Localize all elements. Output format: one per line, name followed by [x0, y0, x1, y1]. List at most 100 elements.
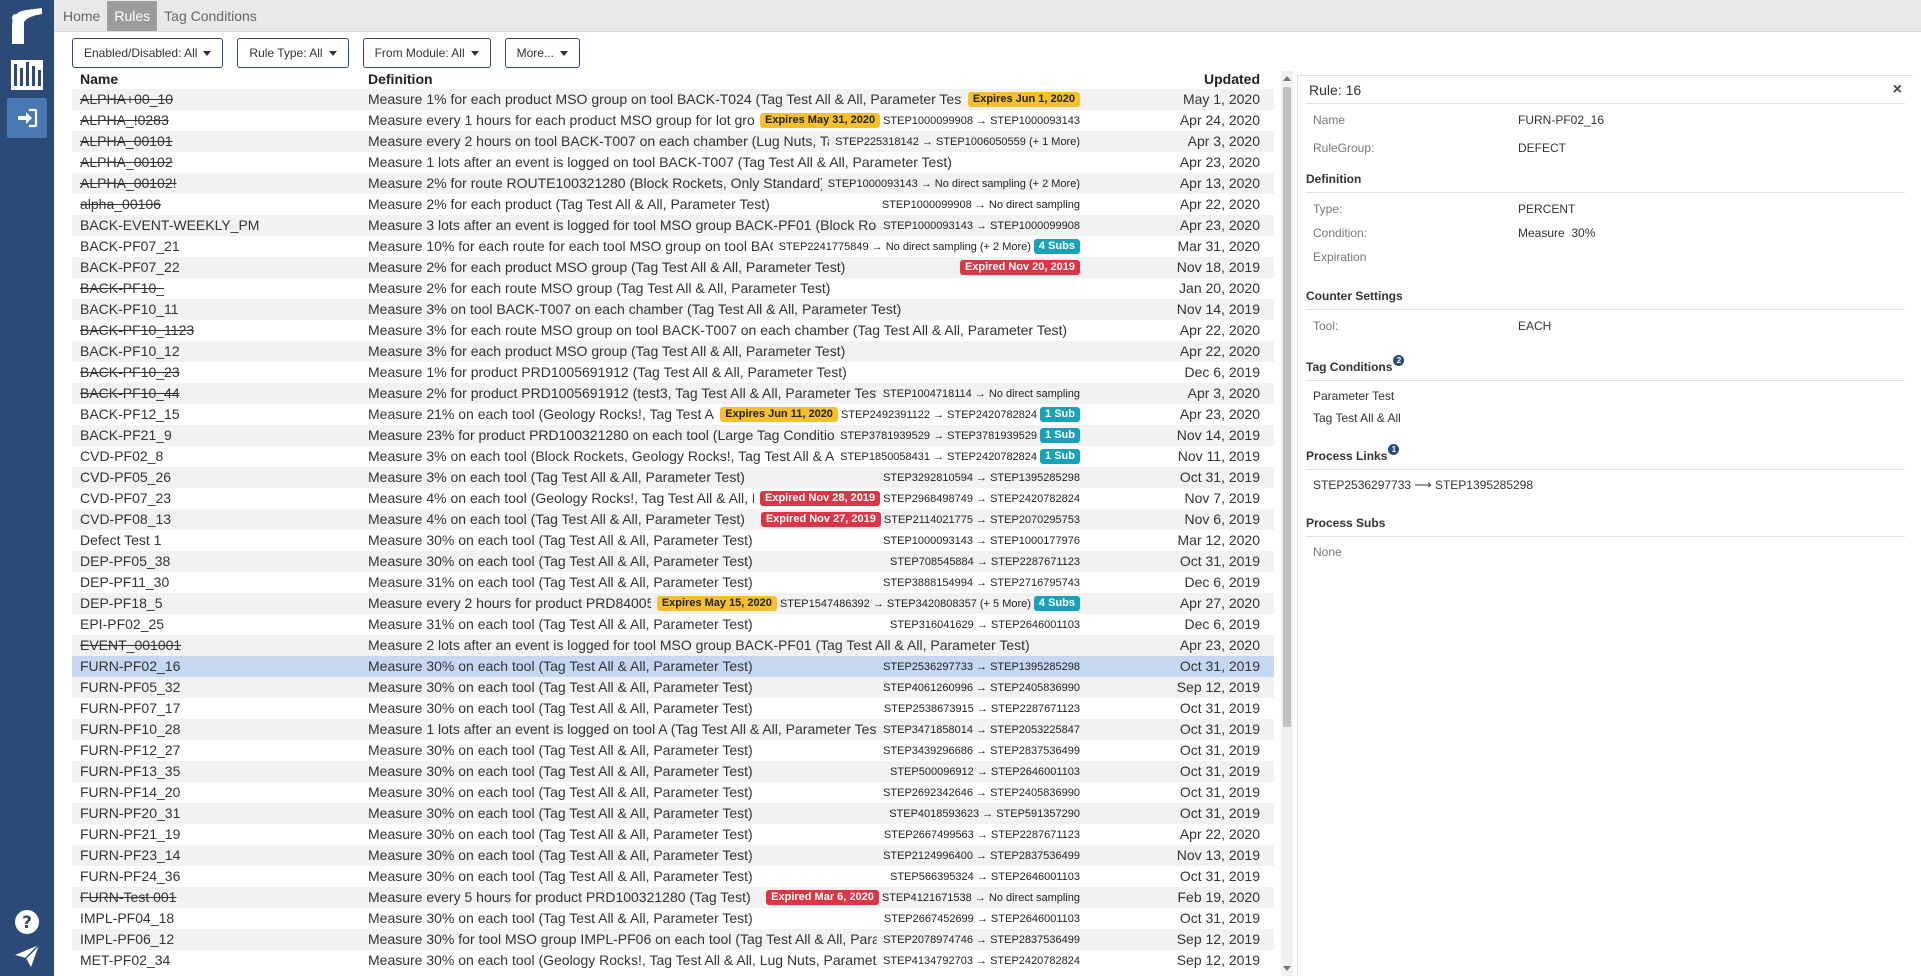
definition-section-title: Definition [1306, 162, 1905, 193]
rule-name-cell: BACK-EVENT-WEEKLY_PM [80, 217, 260, 233]
table-row[interactable]: BACK-PF10_23 Measure 1% for product PRD10… [72, 362, 1274, 383]
table-row[interactable]: FURN-PF14_20 Measure 30% on each tool (Ta… [72, 782, 1274, 803]
rule-name-cell: BACK-PF10_44 [80, 385, 180, 401]
table-row[interactable]: CVD-PF02_8 Measure 3% on each tool (Block… [72, 446, 1274, 467]
rule-name-cell: FURN-PF21_19 [80, 826, 181, 842]
rule-type-filter-dropdown[interactable]: Rule Type: All [237, 38, 349, 68]
table-row[interactable]: DEP-PF18_5 Measure every 2 hours for prod… [72, 593, 1274, 614]
table-row[interactable]: FURN-PF21_19 Measure 30% on each tool (Ta… [72, 824, 1274, 845]
table-row[interactable]: BACK-PF10_1123 Measure 3% for each route … [72, 320, 1274, 341]
tab-tag-conditions[interactable]: Tag Conditions [157, 1, 264, 31]
table-row[interactable]: CVD-PF08_13 Measure 4% on each tool (Tag … [72, 509, 1274, 530]
process-subs-section-title: Process Subs [1306, 506, 1905, 537]
rule-name-cell: CVD-PF08_13 [80, 511, 172, 527]
table-row[interactable]: FURN-PF02_16 Measure 30% on each tool (Ta… [72, 656, 1274, 677]
table-row[interactable]: BACK-EVENT-WEEKLY_PM Measure 3 lots after… [72, 215, 1274, 236]
send-icon[interactable] [7, 936, 47, 976]
table-row[interactable]: IMPL-PF04_18 Measure 30% on each tool (Ta… [72, 908, 1274, 929]
rule-name-cell: FURN-PF10_28 [80, 721, 181, 737]
table-row[interactable]: FURN-PF13_35 Measure 30% on each tool (Ta… [72, 761, 1274, 782]
rule-meta: STEP1000093143 → STEP1000099908 [877, 217, 1080, 234]
more-filter-dropdown[interactable]: More... [504, 38, 580, 68]
rule-meta: STEP3888154994 → STEP2716795743 [877, 574, 1080, 591]
table-row[interactable]: BACK-PF07_21 Measure 10% for each route f… [72, 236, 1274, 257]
process-links-text: STEP1000099908 → No direct sampling [881, 198, 1080, 211]
table-row[interactable]: CVD-PF05_26 Measure 3% on each tool (Tag … [72, 467, 1274, 488]
table-row[interactable]: DEP-PF11_30 Measure 31% on each tool (Tag… [72, 572, 1274, 593]
table-row[interactable]: FURN-PF20_31 Measure 30% on each tool (Ta… [72, 803, 1274, 824]
rule-updated-cell: Sep 12, 2019 [1176, 952, 1260, 968]
rule-name-cell: ALPHA_00101 [80, 133, 173, 149]
table-row[interactable]: Defect Test 1 Measure 30% on each tool (T… [72, 530, 1274, 551]
process-links-text: STEP2241775849 → No direct sampling (+ 2… [778, 240, 1031, 253]
filter-bar: Enabled/Disabled: All Rule Type: All Fro… [72, 38, 580, 68]
process-links-text: STEP2667452699 → STEP2646001103 [883, 912, 1080, 925]
table-row[interactable]: BACK-PF07_22 Measure 2% for each product … [72, 257, 1274, 278]
column-header-name[interactable]: Name [80, 71, 118, 87]
detail-type-row: Type: PERCENT [1306, 197, 1905, 221]
rule-meta: STEP3471858014 → STEP2053225847 [877, 721, 1080, 738]
column-header-definition[interactable]: Definition [368, 71, 433, 87]
process-links-section-title: Process Links 1 [1306, 439, 1905, 470]
rule-updated-cell: Dec 6, 2019 [1184, 574, 1261, 590]
table-row[interactable]: BACK-PF10_11 Measure 3% on tool BACK-T007… [72, 299, 1274, 320]
caret-down-icon [559, 50, 568, 56]
detail-rulegroup-row: RuleGroup: DEFECT [1306, 134, 1905, 162]
rule-name-cell: Defect Test 1 [80, 532, 162, 548]
table-row[interactable]: EVENT_001001 Measure 2 lots after an even… [72, 635, 1274, 656]
tab-rules[interactable]: Rules [107, 0, 158, 31]
sign-in-icon[interactable] [7, 98, 47, 138]
module-filter-dropdown[interactable]: From Module: All [362, 38, 491, 68]
detail-title: Rule: 16 [1309, 81, 1362, 98]
scroll-up-arrow-icon[interactable] [1283, 76, 1291, 81]
process-links-text: STEP3888154994 → STEP2716795743 [883, 576, 1080, 589]
table-row[interactable]: FURN-PF24_36 Measure 30% on each tool (Ta… [72, 866, 1274, 887]
table-row[interactable]: BACK-PF10_44 Measure 2% for product PRD10… [72, 383, 1274, 404]
rule-updated-cell: Oct 31, 2019 [1179, 868, 1260, 884]
dashboard-bars-icon[interactable] [7, 54, 47, 94]
table-row[interactable]: FURN-PF07_17 Measure 30% on each tool (Ta… [72, 698, 1274, 719]
table-row[interactable]: ALPHA+00_10 Measure 1% for each product M… [72, 89, 1274, 110]
tab-home[interactable]: Home [56, 1, 107, 31]
rule-name-cell: BACK-PF07_21 [80, 238, 180, 254]
table-row[interactable]: IMPL-PF06_12 Measure 30% for tool MSO gro… [72, 929, 1274, 950]
enabled-filter-dropdown[interactable]: Enabled/Disabled: All [72, 38, 224, 68]
rule-updated-cell: Oct 31, 2019 [1179, 763, 1260, 779]
table-row[interactable]: DEP-PF05_38 Measure 30% on each tool (Tag… [72, 551, 1274, 572]
rule-meta: STEP1000099908 → No direct sampling [875, 196, 1080, 213]
table-row[interactable]: ALPHA_00102! Measure 2% for route ROUTE10… [72, 173, 1274, 194]
table-row[interactable]: CVD-PF07_23 Measure 4% on each tool (Geol… [72, 488, 1274, 509]
sidebar: ? [0, 0, 54, 976]
rule-name-cell: CVD-PF05_26 [80, 469, 172, 485]
table-row[interactable]: MET-PF02_34 Measure 30% on each tool (Geo… [72, 950, 1274, 971]
app-logo-icon[interactable] [7, 6, 47, 46]
table-row[interactable]: FURN-PF05_32 Measure 30% on each tool (Ta… [72, 677, 1274, 698]
process-links-text: STEP225318142 → STEP1006050559 (+ 1 More… [835, 135, 1080, 148]
table-row[interactable]: BACK-PF12_15 Measure 21% on each tool (Ge… [72, 404, 1274, 425]
subs-badge: 1 Sub [1040, 428, 1080, 443]
rule-updated-cell: Mar 12, 2020 [1177, 532, 1261, 548]
table-row[interactable]: FURN-PF12_27 Measure 30% on each tool (Ta… [72, 740, 1274, 761]
table-row[interactable]: BACK-PF10_12 Measure 3% for each product … [72, 341, 1274, 362]
close-icon[interactable]: × [1893, 81, 1902, 99]
column-header-updated[interactable]: Updated [1204, 71, 1260, 87]
process-links-text: STEP2692342646 → STEP2405836990 [883, 786, 1080, 799]
detail-name-row: Name FURN-PF02_16 [1306, 106, 1905, 134]
rule-name-cell: ALPHA_00102 [80, 154, 173, 170]
rule-updated-cell: Oct 31, 2019 [1179, 742, 1260, 758]
table-row[interactable]: FURN-PF10_28 Measure 1 lots after an even… [72, 719, 1274, 740]
table-row[interactable]: ALPHA_00101 Measure every 2 hours on tool… [72, 131, 1274, 152]
table-row[interactable]: BACK-PF10_ Measure 2% for each route MSO … [72, 278, 1274, 299]
table-row[interactable]: ALPHA_00102 Measure 1 lots after an event… [72, 152, 1274, 173]
table-row[interactable]: ALPHA_!0283 Measure every 1 hours for eac… [72, 110, 1274, 131]
table-row[interactable]: alpha_00106 Measure 2% for each product (… [72, 194, 1274, 215]
scroll-down-arrow-icon[interactable] [1283, 966, 1291, 971]
rule-name-cell: DEP-PF18_5 [80, 595, 163, 611]
table-row[interactable]: EPI-PF02_25 Measure 31% on each tool (Tag… [72, 614, 1274, 635]
table-scrollbar[interactable] [1281, 71, 1293, 976]
table-row[interactable]: BACK-PF21_9 Measure 23% for product PRD10… [72, 425, 1274, 446]
table-row[interactable]: FURN-PF23_14 Measure 30% on each tool (Ta… [72, 845, 1274, 866]
rule-updated-cell: Oct 31, 2019 [1179, 658, 1260, 674]
table-row[interactable]: FURN-Test 001 Measure every 5 hours for p… [72, 887, 1274, 908]
scroll-thumb[interactable] [1283, 87, 1291, 727]
